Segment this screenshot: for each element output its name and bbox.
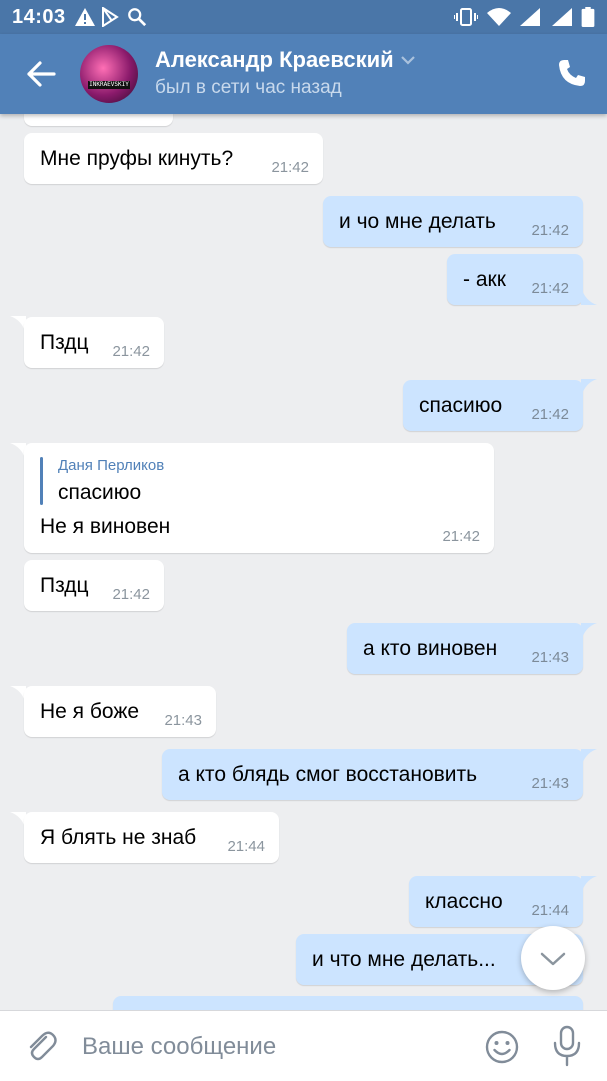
message-time: 21:44 <box>227 838 265 855</box>
message-text: Пздц <box>40 574 89 597</box>
message-incoming[interactable]: Я блять не знаб 21:44 <box>24 812 279 863</box>
status-time: 14:03 <box>12 6 66 28</box>
message-time: 21:42 <box>531 280 569 297</box>
search-icon <box>128 8 147 27</box>
message-time: 21:44 <box>531 902 569 919</box>
message-text: Не я виновен <box>40 515 171 538</box>
message-text: а кто виновен <box>363 637 498 660</box>
bubble-tail <box>581 287 597 305</box>
message-outgoing[interactable]: а кто блядь смог восстановить 21:43 <box>162 749 583 800</box>
smile-icon[interactable] <box>484 1029 520 1065</box>
message-outgoing-clipped[interactable] <box>113 996 583 1010</box>
message-text: и чо мне делать <box>339 210 496 233</box>
message-time: 21:42 <box>112 343 150 360</box>
message-bubble-clipped[interactable] <box>24 114 173 126</box>
message-text: Не я боже <box>40 700 140 723</box>
wifi-icon <box>487 8 511 26</box>
message-list[interactable]: Мне пруфы кинуть? 21:42 и чо мне делать … <box>0 114 607 1010</box>
message-time: 21:42 <box>531 222 569 239</box>
message-time: 21:42 <box>442 528 480 545</box>
play-store-icon <box>102 7 119 27</box>
message-composer: Ваше сообщение <box>0 1010 607 1081</box>
warning-icon <box>75 8 95 26</box>
message-text: Пздц <box>40 331 89 354</box>
message-incoming[interactable]: Мне пруфы кинуть? 21:42 <box>24 133 323 184</box>
message-text: - акк <box>463 268 506 291</box>
message-outgoing[interactable]: классно 21:44 <box>409 876 583 927</box>
message-outgoing[interactable]: а кто виновен 21:43 <box>347 623 583 674</box>
reply-text: спасиюо <box>58 481 142 504</box>
microphone-icon[interactable] <box>552 1025 582 1067</box>
message-text: а кто блядь смог восстановить <box>178 763 478 786</box>
message-time: 21:42 <box>531 406 569 423</box>
message-outgoing[interactable]: - акк 21:42 <box>447 254 583 305</box>
phone-icon[interactable] <box>557 58 587 88</box>
message-text: классно <box>425 890 503 913</box>
message-time: 21:43 <box>531 775 569 792</box>
battery-icon <box>581 7 595 27</box>
message-time: 21:43 <box>164 712 202 729</box>
message-outgoing[interactable]: спасиюо 21:42 <box>403 380 583 431</box>
status-bar: 14:03 <box>0 0 607 34</box>
reply-quote-bar <box>40 457 43 505</box>
message-incoming[interactable]: Не я боже 21:43 <box>24 686 216 737</box>
chevron-down-icon[interactable] <box>400 54 416 66</box>
back-arrow-icon[interactable] <box>22 58 58 90</box>
signal-2-icon <box>552 8 572 26</box>
bubble-tail <box>581 379 597 397</box>
message-incoming-reply[interactable]: Даня Перликов спасиюо Не я виновен 21:42 <box>24 443 494 553</box>
message-text: Мне пруфы кинуть? <box>40 147 234 170</box>
message-text: и что мне делать... <box>312 948 496 971</box>
message-time: 21:43 <box>531 649 569 666</box>
message-outgoing[interactable]: и чо мне делать 21:42 <box>323 196 583 247</box>
paperclip-icon[interactable] <box>24 1029 58 1063</box>
avatar-label: INKRAEVSKIY <box>88 81 130 89</box>
vibrate-icon <box>454 8 478 26</box>
message-incoming[interactable]: Пздц 21:42 <box>24 317 164 368</box>
message-text: спасиюо <box>419 394 503 417</box>
reply-author[interactable]: Даня Перликов <box>58 457 164 474</box>
contact-status: был в сети час назад <box>155 77 342 98</box>
bubble-tail <box>581 749 597 767</box>
bubble-tail <box>581 876 597 894</box>
message-time: 21:42 <box>271 159 309 176</box>
chat-header: INKRAEVSKIY Александр Краевский был в се… <box>0 34 607 114</box>
message-time: 21:42 <box>112 586 150 603</box>
avatar[interactable]: INKRAEVSKIY <box>80 45 138 103</box>
message-incoming[interactable]: Пздц 21:42 <box>24 560 164 611</box>
message-text: Я блять не знаб <box>40 826 197 849</box>
chevron-down-icon <box>540 952 566 966</box>
contact-name[interactable]: Александр Краевский <box>155 47 394 73</box>
scroll-down-button[interactable] <box>521 926 585 990</box>
bubble-tail <box>581 623 597 641</box>
signal-icon <box>520 8 540 26</box>
message-input[interactable]: Ваше сообщение <box>82 1033 276 1061</box>
